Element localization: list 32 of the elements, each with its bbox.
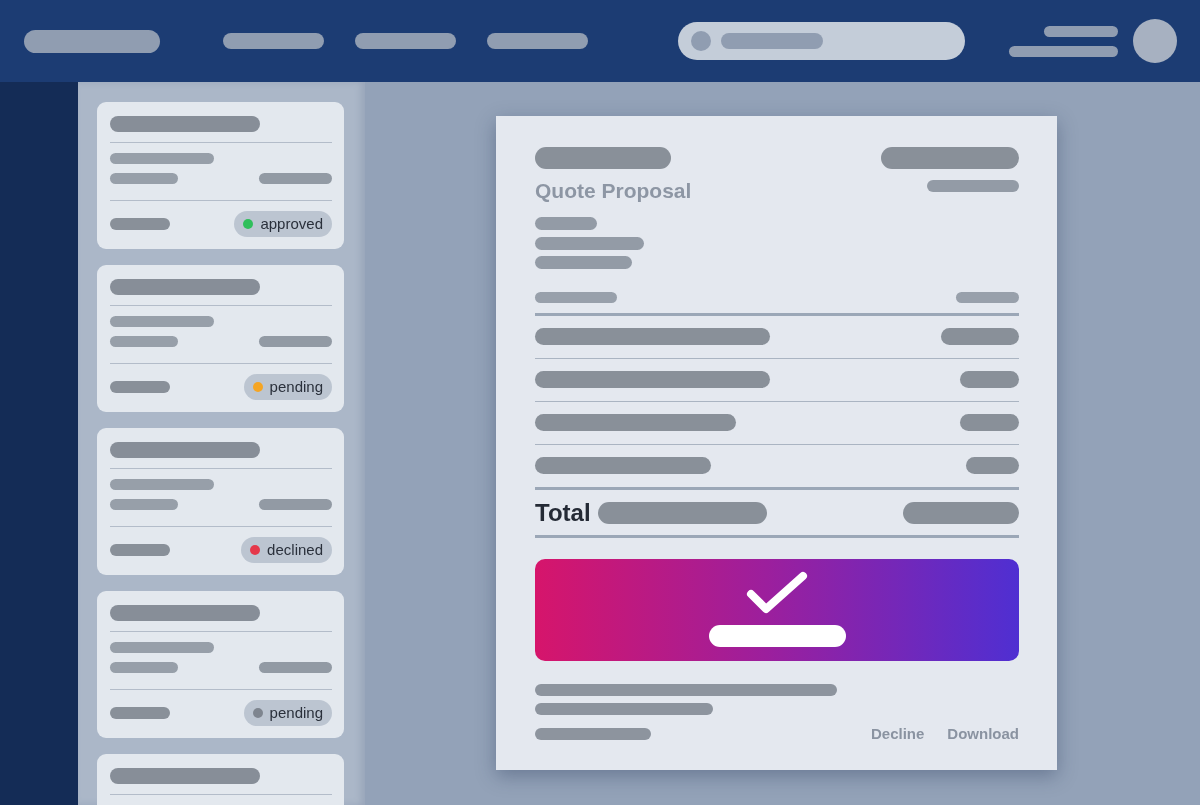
- placeholder-bar: [110, 218, 170, 230]
- placeholder-bar: [110, 544, 170, 556]
- quote-card[interactable]: pending: [97, 591, 344, 738]
- placeholder-bar: [110, 499, 178, 510]
- status-label: pending: [269, 704, 323, 722]
- nav-link-placeholder[interactable]: [223, 33, 324, 49]
- placeholder-bar: [110, 336, 178, 347]
- placeholder-bar: [110, 381, 170, 393]
- quote-card[interactable]: pending: [97, 265, 344, 412]
- accept-button[interactable]: [535, 559, 1019, 661]
- placeholder-bar: [535, 217, 597, 230]
- check-icon: [746, 571, 808, 615]
- total-label: Total: [535, 502, 591, 524]
- placeholder-bar: [966, 457, 1019, 474]
- placeholder-bar: [110, 662, 178, 673]
- search-field[interactable]: [678, 22, 965, 60]
- nav-link-placeholder[interactable]: [487, 33, 588, 49]
- status-label: declined: [267, 541, 323, 559]
- quote-card[interactable]: declined: [97, 428, 344, 575]
- placeholder-bar: [960, 371, 1019, 388]
- logo-placeholder[interactable]: [24, 29, 160, 53]
- status-label: pending: [269, 378, 323, 396]
- circle-icon: [691, 31, 711, 51]
- placeholder-bar: [960, 414, 1019, 431]
- placeholder-bar: [956, 292, 1019, 303]
- avatar[interactable]: [1133, 19, 1177, 63]
- placeholder-bar: [110, 707, 170, 719]
- quote-card[interactable]: approved: [97, 102, 344, 249]
- placeholder-bar: [110, 173, 178, 184]
- nav-link-placeholder[interactable]: [355, 33, 456, 49]
- document-title: Quote Proposal: [535, 178, 692, 204]
- status-label: approved: [260, 215, 323, 233]
